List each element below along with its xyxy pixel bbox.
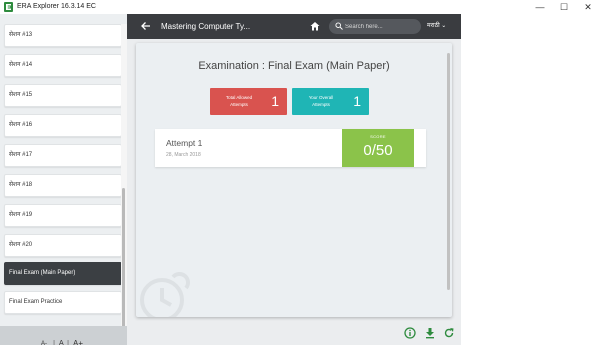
main-content: Examination : Final Exam (Main Paper) To… <box>127 39 461 321</box>
search-icon <box>335 22 343 30</box>
clock-watermark-icon <box>140 272 190 317</box>
page-title: Mastering Computer Ty... <box>161 22 251 31</box>
content-scrollbar-thumb[interactable] <box>447 53 450 290</box>
back-arrow-icon[interactable] <box>140 20 152 32</box>
sidebar-item-session-16[interactable]: सेशन #16 <box>4 114 122 137</box>
sidebar-item-final-exam-main[interactable]: Final Exam (Main Paper) <box>4 262 122 285</box>
title-bar: ERA Explorer 16.3.14 EC — ☐ ✕ <box>0 0 600 14</box>
overall-attempts-label: Your Overall Attempts <box>308 95 334 107</box>
sidebar-item-label: सेशन #17 <box>9 152 33 158</box>
sidebar-item-session-20[interactable]: सेशन #20 <box>4 234 122 257</box>
overall-attempts-box: Your Overall Attempts 1 <box>292 88 369 115</box>
search-input[interactable] <box>345 19 417 34</box>
refresh-icon[interactable] <box>443 327 455 339</box>
sidebar-item-label: सेशन #15 <box>9 92 33 98</box>
sidebar-item-session-15[interactable]: सेशन #15 <box>4 84 122 107</box>
font-increase-button[interactable]: A+ <box>73 338 83 345</box>
sidebar-item-final-exam-practice[interactable]: Final Exam Practice <box>4 291 122 314</box>
sidebar-item-label: सेशन #18 <box>9 182 33 188</box>
sidebar-item-label: Final Exam (Main Paper) <box>9 270 76 276</box>
sidebar-list: सेशन #13 सेशन #14 सेशन #15 सेशन #16 सेशन… <box>0 24 127 330</box>
maximize-button[interactable]: ☐ <box>552 0 576 14</box>
header-bar: Mastering Computer Ty... मराठी ⌄ <box>127 14 461 39</box>
sidebar-item-session-14[interactable]: सेशन #14 <box>4 54 122 77</box>
font-separator: | <box>53 339 56 345</box>
download-icon[interactable] <box>424 327 436 339</box>
score-value: 0/50 <box>363 142 393 159</box>
overall-attempts-value: 1 <box>353 93 361 109</box>
total-allowed-attempts-box: Total Allowed Attempts 1 <box>210 88 287 115</box>
language-select[interactable]: मराठी ⌄ <box>427 14 446 39</box>
app-window: ERA Explorer 16.3.14 EC — ☐ ✕ सेशन #13 स… <box>0 0 600 345</box>
home-icon[interactable] <box>310 21 320 31</box>
sidebar-item-session-18[interactable]: सेशन #18 <box>4 174 122 197</box>
sidebar-item-label: सेशन #16 <box>9 122 33 128</box>
attempt-name: Attempt 1 <box>166 138 203 148</box>
app-logo-icon <box>4 2 13 12</box>
sidebar-item-label: सेशन #13 <box>9 32 33 38</box>
font-normal-button[interactable]: A <box>59 338 64 345</box>
sidebar-item-session-13[interactable]: सेशन #13 <box>4 24 122 47</box>
content-scrollbar[interactable] <box>446 47 451 313</box>
sidebar-scrollbar-thumb[interactable] <box>122 188 125 328</box>
app-title: ERA Explorer 16.3.14 EC <box>17 3 96 10</box>
font-separator: | <box>67 339 70 345</box>
sidebar-item-label: सेशन #19 <box>9 212 33 218</box>
sidebar-item-session-17[interactable]: सेशन #17 <box>4 144 122 167</box>
font-decrease-button[interactable]: A- <box>41 338 47 345</box>
close-button[interactable]: ✕ <box>576 0 600 14</box>
search-box[interactable] <box>329 19 421 34</box>
minimize-button[interactable]: — <box>528 0 552 14</box>
sidebar-item-label: सेशन #20 <box>9 242 33 248</box>
total-allowed-attempts-label: Total Allowed Attempts <box>225 95 253 107</box>
exam-title: Examination : Final Exam (Main Paper) <box>198 60 390 72</box>
total-allowed-attempts-value: 1 <box>271 93 279 109</box>
info-icon[interactable] <box>404 327 416 339</box>
score-label: SCORE <box>370 134 386 139</box>
bottom-toolbar <box>127 321 461 345</box>
font-size-bar: A- | A | A+ <box>0 326 127 345</box>
score-box: SCORE 0/50 <box>342 129 414 167</box>
attempt-date: 28, March 2018 <box>166 152 201 158</box>
sidebar-item-label: सेशन #14 <box>9 62 33 68</box>
attempt-row[interactable]: Attempt 1 28, March 2018 SCORE 0/50 <box>155 129 426 167</box>
sidebar: सेशन #13 सेशन #14 सेशन #15 सेशन #16 सेशन… <box>0 14 127 345</box>
sidebar-item-label: Final Exam Practice <box>9 299 63 305</box>
sidebar-item-session-19[interactable]: सेशन #19 <box>4 204 122 227</box>
exam-card: Examination : Final Exam (Main Paper) To… <box>136 43 452 317</box>
